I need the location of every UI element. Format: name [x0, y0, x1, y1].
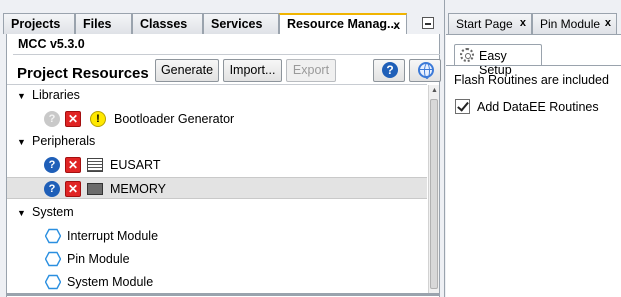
- resource-tree: ▼ Libraries ? ✕ ! Bootloader Generator ▼…: [7, 84, 427, 294]
- minimize-panel-button[interactable]: [422, 17, 434, 29]
- project-resources-title: Project Resources: [17, 65, 149, 82]
- tab-easy-setup[interactable]: Easy Setup: [454, 44, 542, 77]
- resource-manager-panel: Projects Files Classes Services Resource…: [0, 0, 441, 297]
- help-icon: ?: [382, 62, 398, 78]
- tab-pin-module[interactable]: Pin Module x: [532, 13, 617, 34]
- export-button[interactable]: Export: [286, 59, 336, 82]
- divider: [446, 65, 621, 66]
- remove-icon[interactable]: ✕: [65, 157, 81, 173]
- item-label: Interrupt Module: [67, 229, 159, 243]
- import-button[interactable]: Import...: [223, 59, 282, 82]
- tab-label: Services: [211, 17, 263, 31]
- close-icon[interactable]: x: [393, 18, 400, 32]
- item-label: EUSART: [110, 158, 161, 172]
- tab-label: Projects: [11, 17, 61, 31]
- tree-category-system[interactable]: ▼ System: [7, 202, 427, 224]
- module-hex-icon: [45, 251, 61, 267]
- tree-scrollbar[interactable]: ▲: [428, 85, 439, 294]
- easy-setup-panel: Start Page x Pin Module x Easy Setup Fla…: [444, 0, 621, 297]
- category-label: Libraries: [32, 88, 80, 102]
- scroll-up-icon[interactable]: ▲: [431, 87, 438, 94]
- tab-label: Classes: [140, 17, 188, 31]
- tab-label: Start Page: [456, 17, 513, 31]
- tree-category-libraries[interactable]: ▼ Libraries: [7, 85, 427, 107]
- tab-start-page[interactable]: Start Page x: [448, 13, 532, 34]
- tab-label: Files: [83, 17, 112, 31]
- flash-routines-text: Flash Routines are included: [454, 73, 609, 87]
- item-label: MEMORY: [110, 182, 167, 196]
- tab-label: Resource Manag...: [287, 17, 398, 31]
- help-icon[interactable]: ?: [44, 157, 60, 173]
- tree-item-pin-module[interactable]: Pin Module: [7, 248, 427, 270]
- tab-classes[interactable]: Classes: [132, 13, 203, 34]
- warning-icon: !: [90, 111, 106, 127]
- tree-item-memory[interactable]: ? ✕ MEMORY: [7, 177, 427, 199]
- panel-bottom-border: [6, 293, 440, 296]
- collapse-caret-icon[interactable]: ▼: [17, 137, 26, 147]
- collapse-caret-icon[interactable]: ▼: [17, 91, 26, 101]
- help-icon[interactable]: ?: [44, 111, 60, 127]
- tree-item-interrupt-module[interactable]: Interrupt Module: [7, 225, 427, 247]
- category-label: System: [32, 205, 74, 219]
- easy-setup-content: Easy Setup Flash Routines are included A…: [446, 34, 621, 297]
- left-tabbar: Projects Files Classes Services Resource…: [3, 13, 440, 35]
- globe-icon: [418, 62, 434, 79]
- module-hex-icon: [45, 228, 61, 244]
- mcc-window: Projects Files Classes Services Resource…: [0, 0, 621, 297]
- tab-label: Pin Module: [540, 17, 601, 31]
- tree-item-eusart[interactable]: ? ✕ EUSART: [7, 154, 427, 176]
- resource-manager-content: MCC v5.3.0 Project Resources Generate Im…: [6, 34, 441, 297]
- scrollbar-thumb[interactable]: [430, 99, 438, 289]
- gear-icon: [460, 48, 474, 62]
- tab-services[interactable]: Services: [203, 13, 279, 34]
- item-label: Bootloader Generator: [114, 112, 235, 126]
- collapse-caret-icon[interactable]: ▼: [17, 208, 26, 218]
- tab-files[interactable]: Files: [75, 13, 132, 34]
- tree-item-bootloader-generator[interactable]: ? ✕ ! Bootloader Generator: [7, 108, 427, 130]
- tree-item-system-module[interactable]: System Module: [7, 271, 427, 293]
- help-button[interactable]: ?: [373, 59, 405, 82]
- tab-projects[interactable]: Projects: [3, 13, 75, 34]
- item-label: Pin Module: [67, 252, 130, 266]
- web-button[interactable]: [409, 59, 441, 82]
- mcc-version-label: MCC v5.3.0: [18, 37, 85, 51]
- close-icon[interactable]: x: [520, 17, 526, 29]
- module-hex-icon: [45, 274, 61, 290]
- generate-button[interactable]: Generate: [155, 59, 219, 82]
- add-dataee-label[interactable]: Add DataEE Routines: [477, 100, 599, 114]
- item-label: System Module: [67, 275, 154, 289]
- help-icon[interactable]: ?: [44, 181, 60, 197]
- divider: [13, 54, 440, 55]
- add-dataee-checkbox[interactable]: [455, 99, 470, 114]
- memory-chip-icon: [87, 181, 103, 197]
- printer-icon: [87, 158, 103, 172]
- remove-icon[interactable]: ✕: [65, 111, 81, 127]
- tab-resource-manager[interactable]: Resource Manag... x: [279, 13, 407, 35]
- tree-category-peripherals[interactable]: ▼ Peripherals: [7, 131, 427, 153]
- category-label: Peripherals: [32, 134, 96, 148]
- close-icon[interactable]: x: [605, 17, 611, 29]
- remove-icon[interactable]: ✕: [65, 181, 81, 197]
